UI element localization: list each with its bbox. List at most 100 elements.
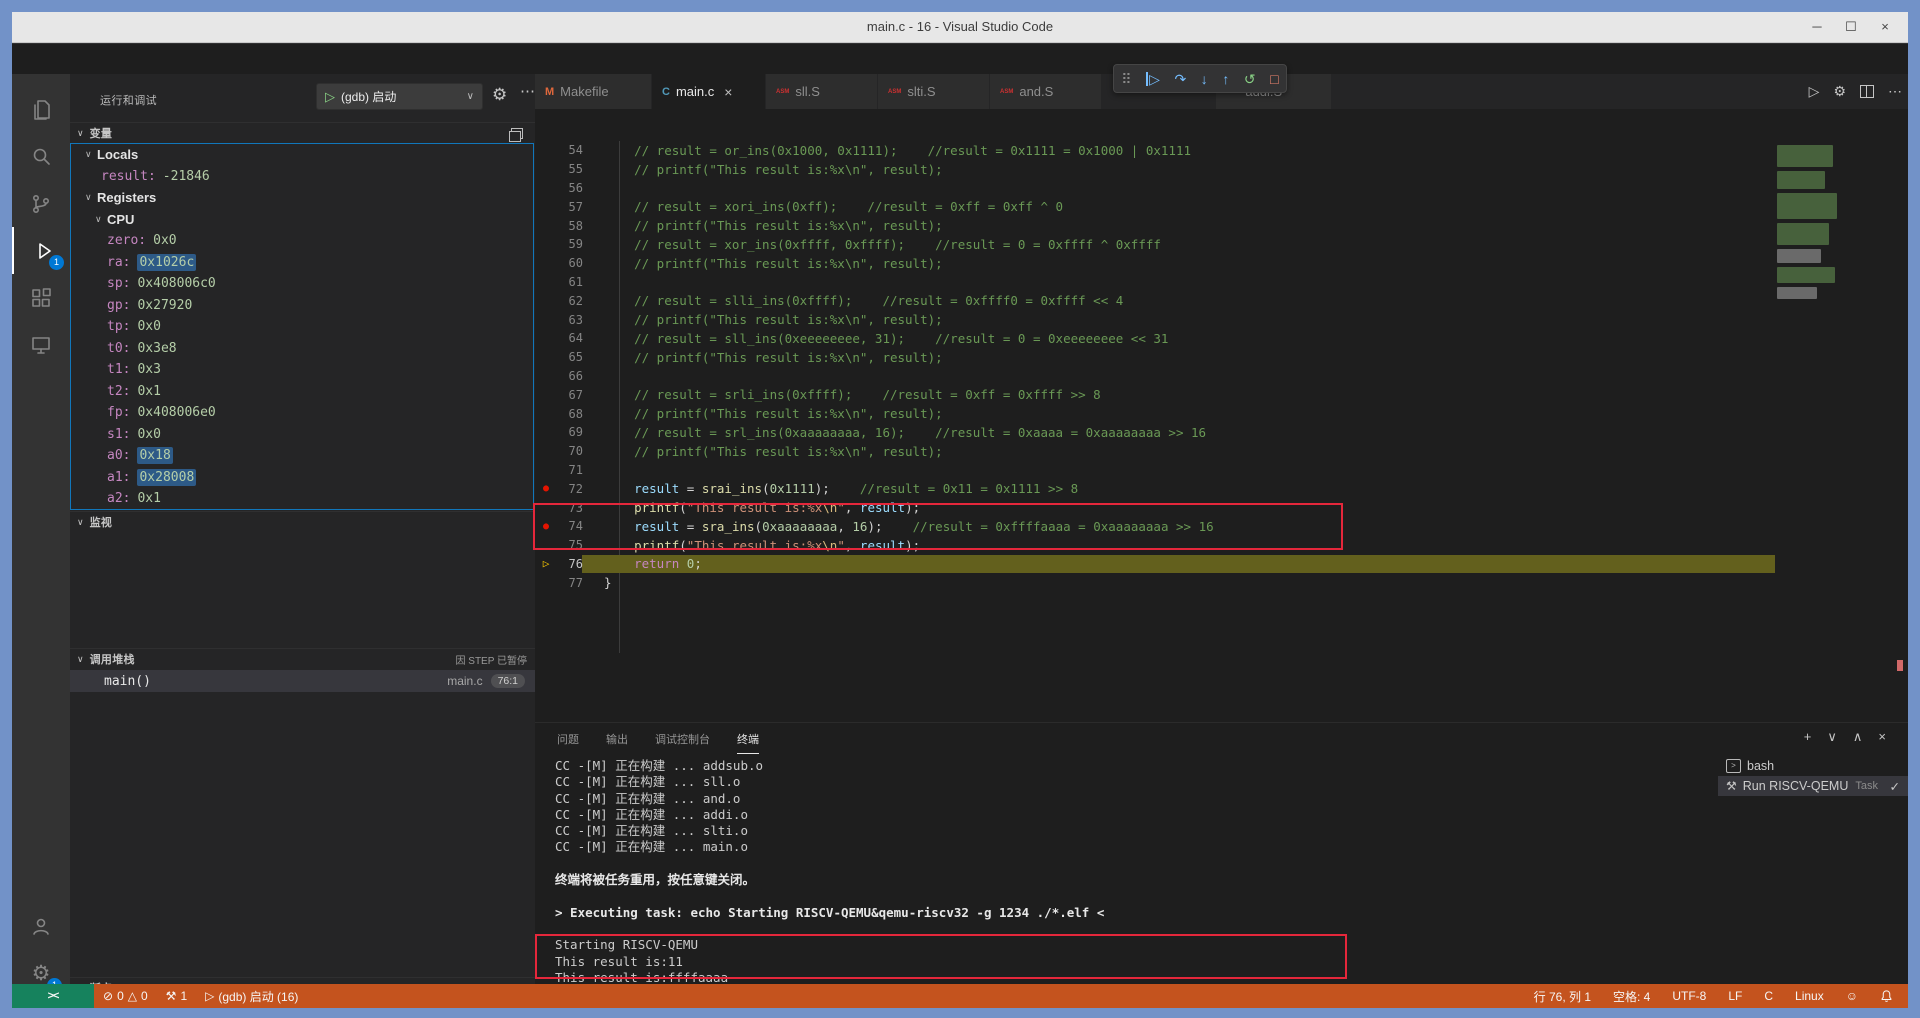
variable-row[interactable]: a1:0x28008	[71, 467, 533, 489]
step-into-icon[interactable]: ↓	[1201, 72, 1208, 86]
step-over-icon[interactable]: ↷	[1174, 72, 1186, 86]
variable-row[interactable]: t1:0x3	[71, 359, 533, 381]
account-icon	[29, 914, 53, 938]
twistie-icon[interactable]: ∨	[95, 214, 107, 225]
variable-row[interactable]: tp:0x0	[71, 316, 533, 338]
activity-item-account[interactable]	[12, 902, 70, 949]
tasks-status[interactable]: ⚒ 1	[157, 984, 196, 1008]
variable-row[interactable]: sp:0x408006c0	[71, 273, 533, 295]
variables-tree[interactable]: ∨Localsresult:-21846∨Registers∨CPUzero:0…	[70, 143, 534, 510]
minimize-button[interactable]: ─	[1800, 12, 1834, 42]
activity-item-extensions[interactable]	[12, 274, 70, 321]
breakpoint-icon[interactable]: ●	[535, 483, 557, 494]
activity-item-explorer[interactable]	[12, 86, 70, 133]
variable-row[interactable]: result:-21846	[71, 166, 533, 188]
terminal-list-item-bash[interactable]: >bash	[1718, 756, 1908, 776]
variable-row[interactable]: s1:0x0	[71, 424, 533, 446]
panel-tab-问题[interactable]: 问题	[557, 731, 579, 754]
tab-and.S[interactable]: ASMand.S	[990, 74, 1102, 109]
vscode-window: main.c - 16 - Visual Studio Code ─☐× 文件编…	[12, 12, 1908, 1008]
panel-tab-调试控制台[interactable]: 调试控制台	[655, 731, 710, 754]
line-number: 55	[557, 162, 583, 176]
minimap-mark	[1777, 193, 1837, 219]
code-line-60: 60 // printf("This result is:%x\n", resu…	[535, 254, 1775, 273]
close-button[interactable]: ×	[1868, 12, 1902, 42]
variable-row[interactable]: a2:0x1	[71, 488, 533, 510]
new-terminal-icon[interactable]: +	[1804, 729, 1812, 745]
variable-row[interactable]: ra:0x1026c	[71, 252, 533, 274]
code-line-55: 55 // printf("This result is:%x\n", resu…	[535, 160, 1775, 179]
step-out-icon[interactable]: ↑	[1222, 72, 1229, 86]
status-item[interactable]: LF	[1719, 989, 1751, 1003]
problems-status[interactable]: ⊘ 0 △ 0	[94, 984, 157, 1008]
line-number: 58	[557, 219, 583, 233]
status-item[interactable]: UTF-8	[1663, 989, 1715, 1003]
twistie-icon[interactable]: ∨	[85, 192, 97, 203]
call-stack-section-header[interactable]: ∨ 调用堆栈 因 STEP 已暂停	[70, 648, 535, 669]
line-number: 60	[557, 256, 583, 270]
activity-item-remote-explorer[interactable]	[12, 321, 70, 368]
variable-row[interactable]: zero:0x0	[71, 230, 533, 252]
panel-tab-输出[interactable]: 输出	[606, 731, 628, 754]
variable-row[interactable]: gp:0x27920	[71, 295, 533, 317]
line-number: 70	[557, 444, 583, 458]
terminal-list-item-Run RISCV-QEMU[interactable]: ⚒Run RISCV-QEMUTask✓	[1718, 776, 1908, 796]
frame-position-badge: 76:1	[491, 674, 525, 688]
chevron-down-icon[interactable]: ∨	[459, 91, 482, 102]
debug-settings-gear-icon[interactable]: ⚙	[492, 85, 507, 105]
terminal-dropdown-icon[interactable]: ∨	[1827, 729, 1837, 745]
stop-icon[interactable]: □	[1270, 72, 1278, 86]
code-line-66: 66	[535, 367, 1775, 386]
activity-item-run-and-debug[interactable]: 1	[12, 227, 72, 274]
notifications-bell-icon[interactable]	[1871, 989, 1902, 1003]
maximize-button[interactable]: ☐	[1834, 12, 1868, 42]
panel-tab-终端[interactable]: 终端	[737, 731, 759, 754]
open-panel-icon[interactable]	[511, 128, 523, 139]
twistie-icon[interactable]: ∨	[85, 149, 97, 160]
variable-row[interactable]: ∨Locals	[71, 144, 533, 166]
variable-value: 0x0	[153, 233, 176, 248]
restart-icon[interactable]: ↺	[1244, 72, 1256, 86]
status-item[interactable]: Linux	[1786, 989, 1833, 1003]
variable-row[interactable]: ∨Registers	[71, 187, 533, 209]
split-editor-icon[interactable]	[1860, 85, 1874, 98]
tab-sll.S[interactable]: ASMsll.S	[766, 74, 878, 109]
status-item[interactable]: C	[1755, 989, 1782, 1003]
variables-section-header[interactable]: ∨ 变量	[70, 122, 535, 143]
panel-actions: + ∨ ∧ ×	[1804, 729, 1886, 745]
activity-item-search[interactable]	[12, 133, 70, 180]
stack-frame-row[interactable]: main() main.c 76:1	[70, 670, 535, 692]
close-panel-icon[interactable]: ×	[1878, 729, 1886, 745]
activity-item-source-control[interactable]	[12, 180, 70, 227]
variable-row[interactable]: a0:0x18	[71, 445, 533, 467]
variable-row[interactable]: ∨CPU	[71, 209, 533, 231]
continue-icon[interactable]: ▷	[1146, 72, 1160, 86]
more-actions-icon[interactable]: ⋯	[520, 82, 535, 100]
close-icon[interactable]: ×	[724, 84, 732, 100]
start-debug-icon[interactable]: ▷	[317, 89, 341, 105]
breakpoints-section-header[interactable]: ∨ 断点	[70, 977, 535, 984]
run-or-debug-icon[interactable]: ▷	[1809, 83, 1820, 100]
source-control-icon	[29, 192, 53, 216]
feedback-icon[interactable]: ☺	[1837, 989, 1867, 1003]
code-line-67: 67 // result = srli_ins(0xffff); //resul…	[535, 385, 1775, 404]
variable-name: fp:	[107, 405, 130, 420]
debug-config-dropdown[interactable]: ▷ (gdb) 启动 ∨	[316, 83, 483, 110]
code-line-62: 62 // result = slli_ins(0xffff); //resul…	[535, 291, 1775, 310]
tab-Makefile[interactable]: MMakefile	[535, 74, 652, 109]
status-item[interactable]: 空格: 4	[1604, 988, 1659, 1005]
status-item[interactable]: 行 76, 列 1	[1525, 988, 1600, 1005]
maximize-panel-icon[interactable]: ∧	[1853, 729, 1863, 745]
tab-main.c[interactable]: Cmain.c×	[652, 74, 766, 109]
variable-row[interactable]: t2:0x1	[71, 381, 533, 403]
remote-indicator[interactable]: ><	[12, 984, 94, 1008]
more-actions-icon[interactable]: ⋯	[1888, 83, 1902, 100]
line-number: 64	[557, 331, 583, 345]
debug-session-status[interactable]: ▷ (gdb) 启动 (16)	[196, 984, 307, 1008]
variable-row[interactable]: fp:0x408006e0	[71, 402, 533, 424]
variable-row[interactable]: t0:0x3e8	[71, 338, 533, 360]
settings-gear-icon[interactable]: ⚙	[1833, 83, 1846, 100]
tab-slti.S[interactable]: ASMslti.S	[878, 74, 990, 109]
watch-section-header[interactable]: ∨ 监视	[70, 511, 535, 532]
minimap[interactable]	[1775, 141, 1906, 641]
